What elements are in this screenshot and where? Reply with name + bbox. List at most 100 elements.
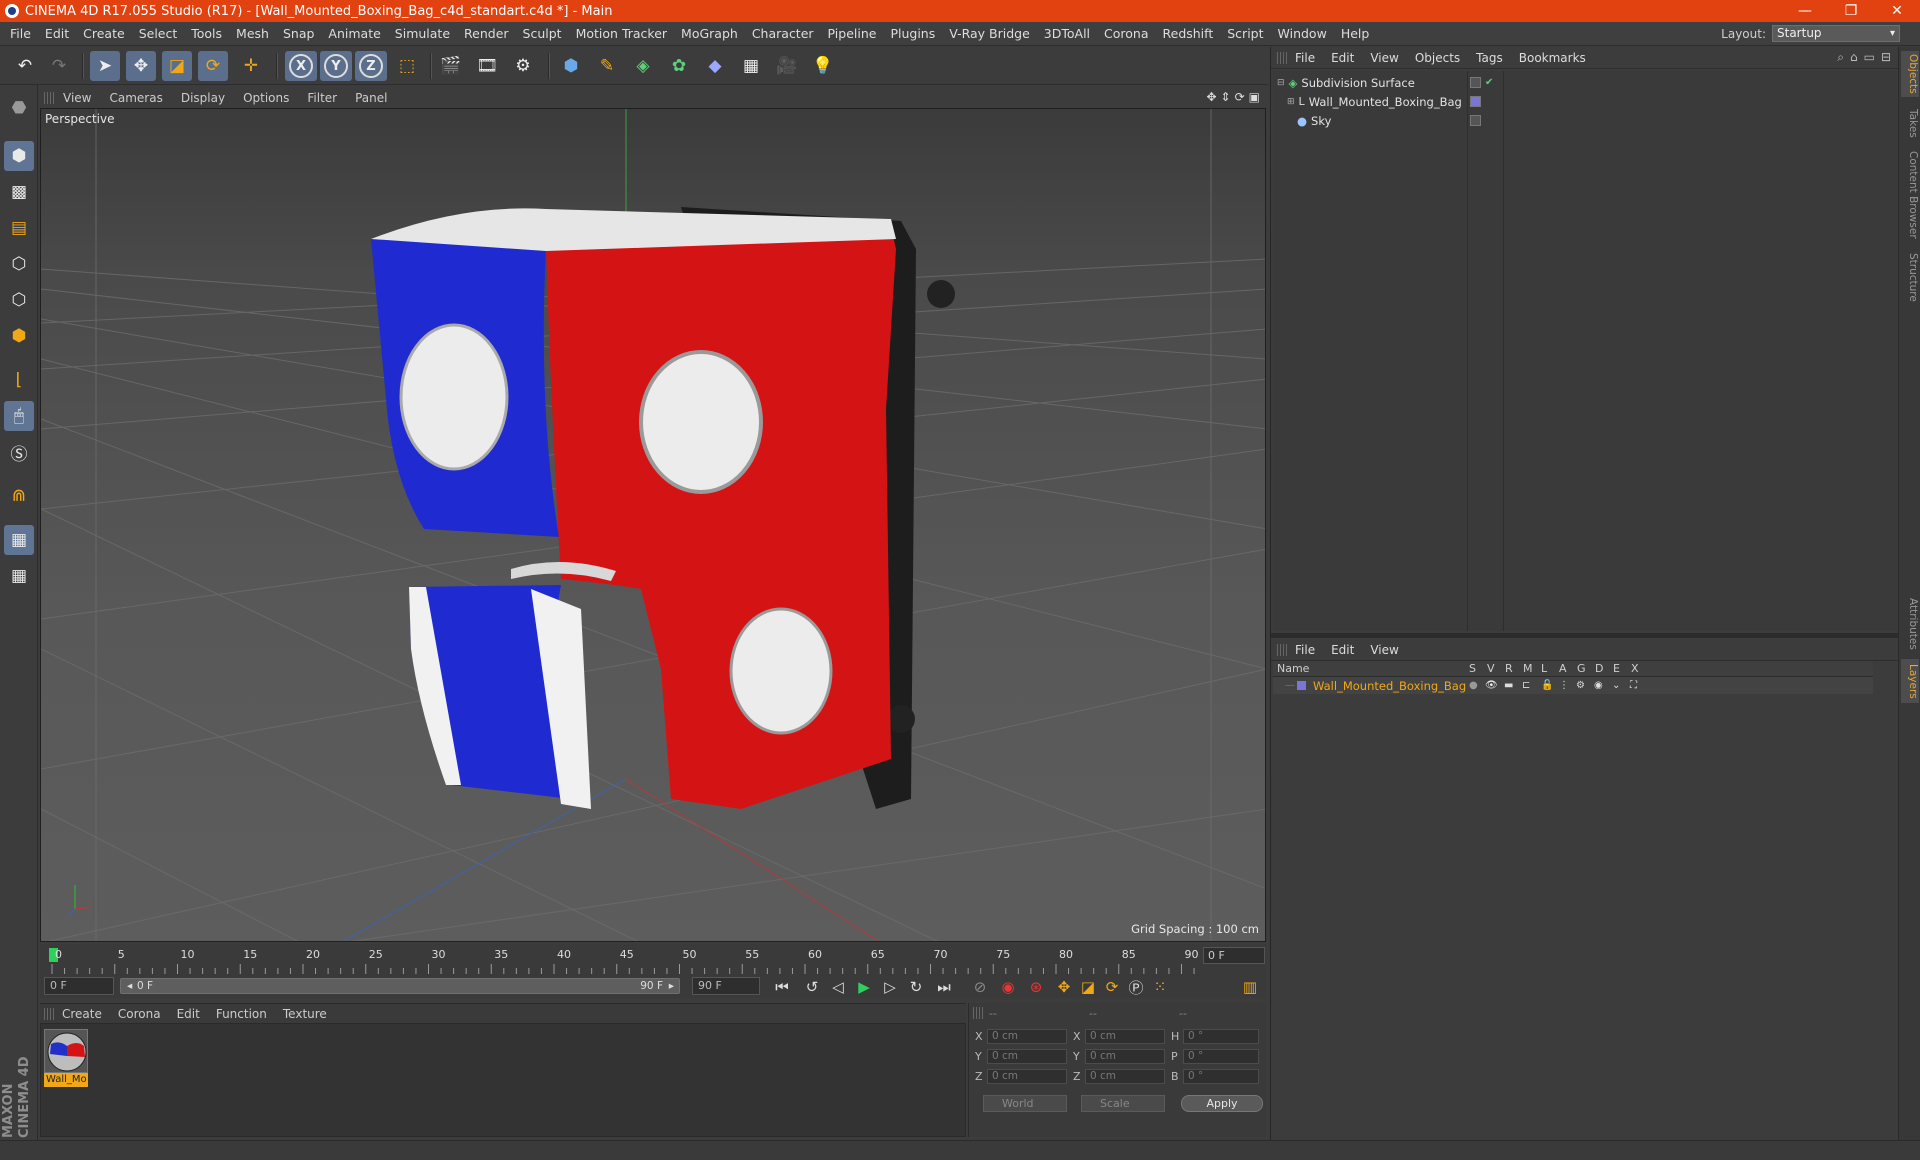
viewport-toggle-icon[interactable]: ▣ <box>1249 90 1260 104</box>
obj-menu-view[interactable]: View <box>1362 51 1406 65</box>
object-row[interactable]: ⊞ L Wall_Mounted_Boxing_Bag <box>1273 92 1897 111</box>
manager-toggle-icon[interactable]: ⊏ <box>1522 680 1530 691</box>
layer-name[interactable]: Wall_Mounted_Boxing_Bag <box>1313 679 1466 693</box>
apply-button[interactable]: Apply <box>1181 1095 1263 1112</box>
object-name[interactable]: Sky <box>1311 114 1331 128</box>
home-icon[interactable]: ⌂ <box>1850 50 1858 65</box>
menu-plugins[interactable]: Plugins <box>883 26 942 41</box>
edges-mode-icon[interactable]: ⬡ <box>4 285 34 315</box>
viewport-menu-cameras[interactable]: Cameras <box>100 91 171 105</box>
object-name[interactable]: Subdivision Surface <box>1301 76 1414 90</box>
layer-swatch[interactable] <box>1470 77 1481 88</box>
search-icon[interactable]: ⌕ <box>1837 50 1844 65</box>
auto-keying-icon[interactable]: ◉ <box>996 976 1020 998</box>
polygons-mode-icon[interactable]: ⬢ <box>4 321 34 351</box>
menu-help[interactable]: Help <box>1334 26 1377 41</box>
viewport-menu-options[interactable]: Options <box>234 91 298 105</box>
current-frame-field[interactable]: 0 F <box>1203 947 1265 964</box>
panel-splitter[interactable] <box>1271 633 1899 638</box>
coord-mode-dropdown[interactable]: World <box>983 1095 1067 1112</box>
coord-type-dropdown[interactable]: Scale <box>1081 1095 1165 1112</box>
menu-sculpt[interactable]: Sculpt <box>516 26 569 41</box>
mograph-cloner-icon[interactable]: ✿ <box>664 51 694 81</box>
menu-animate[interactable]: Animate <box>321 26 387 41</box>
menu-mesh[interactable]: Mesh <box>229 26 276 41</box>
preview-range-slider[interactable]: ◂ 0 F 90 F ▸ <box>120 978 680 994</box>
obj-menu-bookmarks[interactable]: Bookmarks <box>1511 51 1594 65</box>
animation-toggle-icon[interactable]: ⋮ <box>1559 680 1569 691</box>
solo-toggle-icon[interactable]: ● <box>1469 680 1478 691</box>
tab-attributes[interactable]: Attributes <box>1901 591 1919 657</box>
menu-redshift[interactable]: Redshift <box>1156 26 1221 41</box>
pen-spline-icon[interactable]: ✎ <box>592 51 622 81</box>
perspective-viewport[interactable]: Perspective Grid Spacing : 100 cm <box>40 108 1266 942</box>
menu-character[interactable]: Character <box>745 26 821 41</box>
layer-color-swatch[interactable] <box>1297 681 1306 690</box>
layer-menu-file[interactable]: File <box>1287 643 1323 657</box>
go-to-end-icon[interactable]: ⏭ <box>932 976 956 998</box>
tab-content-browser[interactable]: Content Browser <box>1901 147 1919 243</box>
rotation-key-icon[interactable]: ⟳ <box>1100 976 1124 998</box>
xref-toggle-icon[interactable]: ⛶ <box>1630 680 1637 691</box>
scale-key-icon[interactable]: ◪ <box>1076 976 1100 998</box>
end-frame-field[interactable]: 90 F <box>692 977 760 995</box>
layer-row[interactable]: — Wall_Mounted_Boxing_Bag ● 👁 ▬ ⊏ 🔓 ⋮ ⚙ … <box>1273 677 1873 694</box>
scale-tool-icon[interactable]: ◪ <box>162 51 192 81</box>
deformer-icon[interactable]: ◆ <box>700 51 730 81</box>
rotation-h-field[interactable]: 0 ° <box>1183 1028 1259 1044</box>
expand-toggle-icon[interactable]: ⊞ <box>1287 97 1295 107</box>
menu-snap[interactable]: Snap <box>276 26 321 41</box>
x-axis-lock[interactable]: X <box>289 54 313 78</box>
material-menu-corona[interactable]: Corona <box>110 1007 169 1021</box>
position-z-field[interactable]: 0 cm <box>987 1068 1067 1084</box>
new-view-icon[interactable]: ▭ <box>1864 50 1875 65</box>
menu-vray-bridge[interactable]: V-Ray Bridge <box>942 26 1037 41</box>
move-tool-icon[interactable]: ✥ <box>126 51 156 81</box>
timeline-window-icon[interactable]: ▥ <box>1238 976 1262 998</box>
rotation-p-field[interactable]: 0 ° <box>1183 1048 1259 1064</box>
object-name[interactable]: Wall_Mounted_Boxing_Bag <box>1309 95 1462 109</box>
obj-menu-file[interactable]: File <box>1287 51 1323 65</box>
model-mode-icon[interactable]: ⬢ <box>4 141 34 171</box>
restore-icon[interactable]: ❐ <box>1828 0 1874 22</box>
y-axis-lock[interactable]: Y <box>324 54 348 78</box>
size-x-field[interactable]: 0 cm <box>1085 1028 1165 1044</box>
size-z-field[interactable]: 0 cm <box>1085 1068 1165 1084</box>
redo-icon[interactable]: ↷ <box>44 51 74 81</box>
menu-window[interactable]: Window <box>1271 26 1334 41</box>
material-menu-create[interactable]: Create <box>54 1007 110 1021</box>
material-menu-function[interactable]: Function <box>208 1007 275 1021</box>
pla-key-icon[interactable]: ⁙ <box>1148 976 1172 998</box>
viewport-pan-icon[interactable]: ✥ <box>1206 90 1216 104</box>
viewport-camera-label[interactable]: Perspective <box>45 112 115 126</box>
visible-toggle-icon[interactable]: 👁 <box>1485 680 1498 691</box>
viewport-zoom-icon[interactable]: ⇕ <box>1221 90 1231 104</box>
subdivision-surface-icon[interactable]: ◈ <box>628 51 658 81</box>
layer-swatch[interactable] <box>1470 96 1481 107</box>
menu-motion-tracker[interactable]: Motion Tracker <box>569 26 674 41</box>
light-icon[interactable]: 💡 <box>808 51 838 81</box>
camera-icon[interactable]: 🎥 <box>772 51 802 81</box>
viewport-menu-filter[interactable]: Filter <box>298 91 346 105</box>
menu-tools[interactable]: Tools <box>184 26 229 41</box>
render-settings-icon[interactable]: ⚙ <box>508 51 538 81</box>
menu-mograph[interactable]: MoGraph <box>674 26 745 41</box>
generators-toggle-icon[interactable]: ⚙ <box>1576 680 1585 691</box>
live-selection-icon[interactable]: ➤ <box>90 51 120 81</box>
tweak-mode-icon[interactable]: 🖱 <box>4 401 34 431</box>
layer-menu-view[interactable]: View <box>1362 643 1406 657</box>
start-frame-field[interactable]: 0 F <box>44 977 114 995</box>
position-y-field[interactable]: 0 cm <box>987 1048 1067 1064</box>
texture-mode-icon[interactable]: ▩ <box>4 177 34 207</box>
menu-render[interactable]: Render <box>457 26 516 41</box>
coordinate-system-icon[interactable]: ⬚ <box>392 51 422 81</box>
viewport-menu-view[interactable]: View <box>54 91 100 105</box>
viewport-rotate-icon[interactable]: ⟳ <box>1235 90 1245 104</box>
viewport-menu-panel[interactable]: Panel <box>346 91 396 105</box>
axis-mode-icon[interactable]: ⌊ <box>4 365 34 395</box>
menu-pipeline[interactable]: Pipeline <box>821 26 884 41</box>
enabled-check-icon[interactable]: ✔ <box>1485 77 1493 88</box>
layer-menu-edit[interactable]: Edit <box>1323 643 1362 657</box>
play-forward-icon[interactable]: ▶ <box>852 976 876 998</box>
close-icon[interactable]: ✕ <box>1874 0 1920 22</box>
